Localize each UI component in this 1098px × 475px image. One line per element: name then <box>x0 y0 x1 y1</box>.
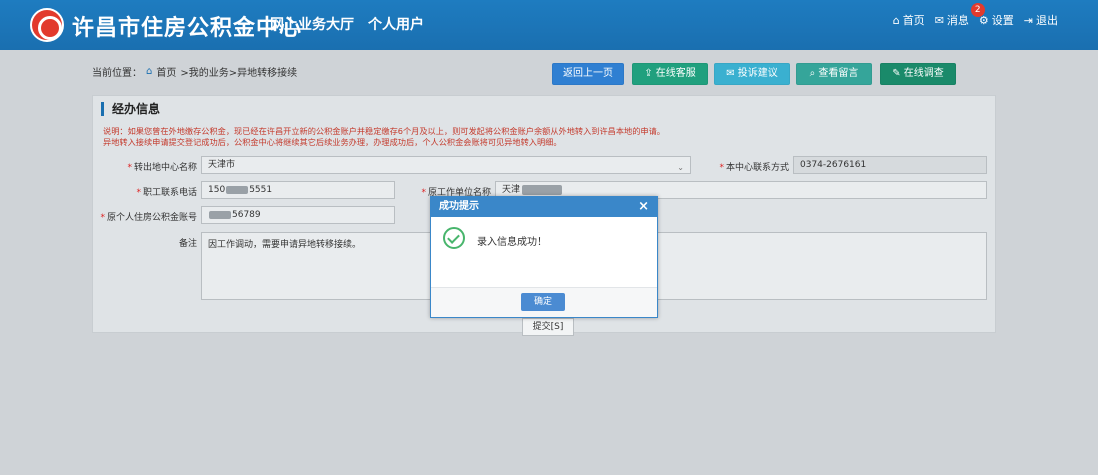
settings-link[interactable]: ⚙ 设置 <box>979 12 1014 28</box>
online-service-label: 在线客服 <box>655 68 696 79</box>
phone-field[interactable]: 150 5551 <box>201 181 395 199</box>
nav-personal-user[interactable]: 个人用户 <box>368 14 424 34</box>
contact-value: 0374-2676161 <box>800 160 867 170</box>
logout-link[interactable]: ⇥ 退出 <box>1024 12 1058 28</box>
view-messages-button[interactable]: ⌕ 查看留言 <box>796 63 872 85</box>
comment-icon: ⌕ <box>809 68 816 79</box>
contact-label: * 本中心联系方式 <box>719 163 789 173</box>
complaint-label: 投诉建议 <box>737 68 778 79</box>
breadcrumb-path: >我的业务>异地转移接续 <box>180 68 298 79</box>
transfer-center-value: 天津市 <box>208 160 236 170</box>
top-header: 许昌市住房公积金中心 网上业务大厅 个人用户 ⌂ 首页 ✉ 消息 2 ⚙ 设置 … <box>0 0 1098 50</box>
chevron-down-icon: ⌄ <box>677 163 684 172</box>
breadcrumb-prefix: 当前位置： <box>92 68 142 79</box>
info-note: 说明：如果您曾在外地缴存公积金，现已经在许昌开立新的公积金账户并稳定缴存6个月及… <box>103 126 983 148</box>
remark-value: 因工作调动，需要申请异地转移接续。 <box>208 240 362 250</box>
toolbar: 当前位置： ⌂ 首页 >我的业务>异地转移接续 返回上一页 ⇪ 在线客服 ✉ 投… <box>0 50 1098 92</box>
dialog-footer: 确定 <box>431 287 657 317</box>
gear-icon: ⚙ <box>978 13 989 27</box>
original-account-label: * 原个人住房公积金账号 <box>100 213 197 223</box>
phone-label: * 职工联系电话 <box>136 188 197 198</box>
dialog-title: 成功提示 <box>439 201 479 212</box>
dialog-header: 成功提示 × <box>431 197 657 217</box>
note-line-2: 异地转入接续申请提交登记成功后，公积金中心将继续其它后续业务办理，办理成功后，个… <box>103 137 562 147</box>
submit-button[interactable]: 提交[S] <box>522 318 574 336</box>
service-icon: ⇪ <box>644 68 653 79</box>
original-account-field[interactable]: 56789 <box>201 206 395 224</box>
note-line-1: 说明：如果您曾在外地缴存公积金，现已经在许昌开立新的公积金账户并稳定缴存6个月及… <box>103 126 665 136</box>
home-icon: ⌂ <box>892 13 900 27</box>
check-circle-icon <box>443 227 465 249</box>
mail-icon: ✉ <box>726 68 735 79</box>
home-label: 首页 <box>902 14 925 27</box>
original-account-value: 56789 <box>232 210 261 220</box>
dialog-body: 录入信息成功！ <box>431 217 657 287</box>
breadcrumb-home[interactable]: 首页 <box>156 64 176 79</box>
logout-label: 退出 <box>1036 14 1058 27</box>
phone-end: 5551 <box>249 185 273 195</box>
section-title: 经办信息 <box>101 102 160 116</box>
settings-label: 设置 <box>991 14 1014 27</box>
survey-icon: ✎ <box>892 68 901 79</box>
transfer-center-select[interactable]: 天津市 ⌄ <box>201 156 691 174</box>
redacted-mask <box>226 185 249 194</box>
messages-label: 消息 <box>946 14 969 27</box>
online-survey-label: 在线调查 <box>903 68 944 79</box>
logo-icon <box>30 8 64 42</box>
home-icon: ⌂ <box>146 66 153 77</box>
ok-button[interactable]: 确定 <box>521 293 565 311</box>
envelope-icon: ✉ <box>934 13 944 27</box>
close-icon[interactable]: × <box>638 197 649 217</box>
nav-online-hall[interactable]: 网上业务大厅 <box>270 14 354 34</box>
transfer-center-label: * 转出地中心名称 <box>127 163 197 173</box>
phone-start: 150 <box>208 185 226 195</box>
online-service-button[interactable]: ⇪ 在线客服 <box>632 63 708 85</box>
logout-icon: ⇥ <box>1023 13 1033 27</box>
remark-label: 备注 <box>178 239 197 249</box>
back-button[interactable]: 返回上一页 <box>552 63 624 85</box>
view-messages-label: 查看留言 <box>818 68 859 79</box>
top-right-links: ⌂ 首页 ✉ 消息 2 ⚙ 设置 ⇥ 退出 <box>893 3 1058 28</box>
breadcrumb: 当前位置： ⌂ 首页 >我的业务>异地转移接续 <box>92 64 297 79</box>
online-survey-button[interactable]: ✎ 在线调查 <box>880 63 956 85</box>
complaint-button[interactable]: ✉ 投诉建议 <box>714 63 790 85</box>
site-title: 许昌市住房公积金中心 <box>72 16 303 41</box>
redacted-mask <box>209 210 231 219</box>
dialog-message: 录入信息成功！ <box>477 237 547 248</box>
home-link[interactable]: ⌂ 首页 <box>893 12 925 28</box>
success-dialog: 成功提示 × 录入信息成功！ 确定 <box>430 196 658 318</box>
contact-field: 0374-2676161 <box>793 156 987 174</box>
messages-link[interactable]: ✉ 消息 2 <box>934 3 985 28</box>
redacted-mask <box>522 184 563 195</box>
original-employer-value: 天津 <box>502 185 521 195</box>
